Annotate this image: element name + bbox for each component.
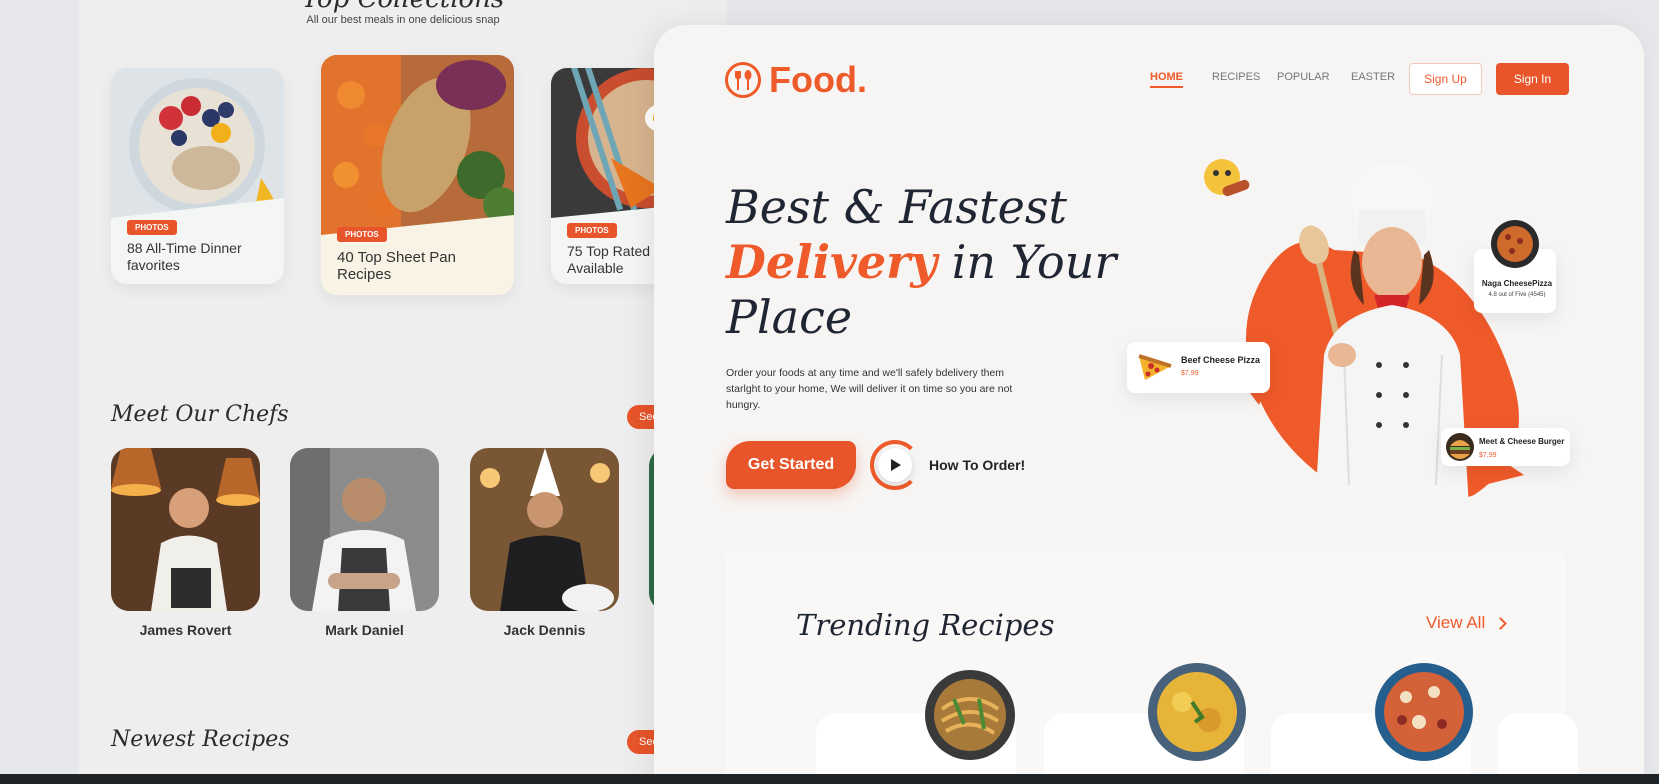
photos-badge: PHOTOS bbox=[567, 223, 617, 238]
photos-badge: PHOTOS bbox=[127, 220, 177, 235]
nav-recipes[interactable]: RECIPES bbox=[1212, 71, 1260, 83]
collections-subtitle: All our best meals in one delicious snap bbox=[306, 14, 500, 26]
chef-name: Mark Daniel bbox=[325, 622, 404, 638]
meet-cheese-burger-card[interactable]: Meet & Cheese Burger $7.99 bbox=[1441, 428, 1570, 466]
landing-page: Food. HOME RECIPES POPULAR EASTER Sign U… bbox=[654, 25, 1644, 784]
naga-cheese-pizza-card[interactable]: Naga CheesePizza 4.8 out of Five (4545) bbox=[1474, 220, 1556, 313]
pizza-icon bbox=[1138, 354, 1172, 380]
newest-recipes-title: Newest Recipes bbox=[111, 727, 290, 752]
nav-home[interactable]: HOME bbox=[1150, 71, 1183, 88]
photos-badge: PHOTOS bbox=[337, 227, 387, 242]
collection-title: 75 Top Rated Available bbox=[567, 243, 651, 276]
collections-title: Top Collections bbox=[79, 0, 727, 14]
bottom-bar bbox=[0, 774, 1659, 784]
pizza-name: Beef Cheese Pizza bbox=[1181, 355, 1261, 365]
collection-card[interactable]: PHOTOS 88 All-Time Dinner favorites bbox=[111, 68, 284, 284]
burger-icon bbox=[1446, 433, 1474, 461]
hero-line-3: Place bbox=[726, 290, 853, 344]
sign-in-button[interactable]: Sign In bbox=[1496, 63, 1569, 95]
brand-logo[interactable]: Food. bbox=[725, 59, 867, 101]
naga-rating: 4.8 out of Five (4545) bbox=[1488, 292, 1546, 298]
lasagna-dish-image bbox=[1148, 663, 1246, 761]
pizza-price: $7.99 bbox=[1181, 370, 1199, 377]
view-all-link[interactable]: View All bbox=[1426, 613, 1485, 633]
get-started-button[interactable]: Get Started bbox=[726, 441, 856, 489]
hero-line-1: Best & Fastest bbox=[726, 180, 1067, 234]
chef-photo[interactable] bbox=[290, 448, 439, 611]
trending-title: Trending Recipes bbox=[796, 608, 1055, 642]
background-page: Top Collections All our best meals in on… bbox=[79, 0, 729, 784]
collection-card[interactable]: PHOTOS 40 Top Sheet Pan Recipes bbox=[321, 55, 514, 295]
collection-title: 40 Top Sheet Pan Recipes bbox=[337, 249, 456, 283]
sign-up-button[interactable]: Sign Up bbox=[1409, 63, 1482, 95]
chef-illustration bbox=[1244, 163, 1524, 525]
nav-easter[interactable]: EASTER bbox=[1351, 71, 1395, 83]
naga-name: Naga CheesePizza bbox=[1481, 279, 1553, 288]
chefs-section-title: Meet Our Chefs bbox=[111, 402, 289, 427]
chef-name: James Rovert bbox=[139, 622, 232, 638]
chef-name: Jack Dennis bbox=[503, 622, 586, 638]
collection-title: 88 All-Time Dinner favorites bbox=[127, 240, 242, 273]
chef-photo[interactable] bbox=[111, 448, 260, 611]
how-to-order-link[interactable]: How To Order! bbox=[929, 457, 1025, 473]
fruit-bowl-image bbox=[111, 68, 284, 228]
fork-spoon-icon bbox=[725, 62, 761, 98]
hero-description: Order your foods at any time and we'll s… bbox=[726, 367, 1013, 411]
pizza-dish-icon bbox=[1491, 220, 1539, 268]
burger-name: Meet & Cheese Burger bbox=[1479, 437, 1565, 446]
burger-price: $7.99 bbox=[1479, 452, 1497, 459]
chef-image bbox=[470, 448, 619, 611]
play-icon[interactable] bbox=[878, 448, 912, 482]
trending-section: Trending Recipes View All bbox=[726, 553, 1578, 784]
hero-heading: Best & Fastest Delivery in Your Place bbox=[726, 180, 1116, 345]
noodle-dish-image bbox=[925, 670, 1015, 760]
hero-highlight: Delivery bbox=[726, 235, 938, 289]
brand-name: Food. bbox=[769, 59, 867, 100]
nav-popular[interactable]: POPULAR bbox=[1277, 71, 1330, 83]
hero-line-2-rest: in Your bbox=[937, 235, 1117, 289]
salad-dish-image bbox=[1375, 663, 1473, 761]
chef-photo[interactable] bbox=[470, 448, 619, 611]
chef-image bbox=[111, 448, 260, 611]
beef-cheese-pizza-card[interactable]: Beef Cheese Pizza $7.99 bbox=[1127, 342, 1270, 393]
hero-line-2: Delivery in Your bbox=[726, 235, 1116, 290]
sheet-pan-image bbox=[321, 55, 514, 240]
chef-image bbox=[290, 448, 439, 611]
